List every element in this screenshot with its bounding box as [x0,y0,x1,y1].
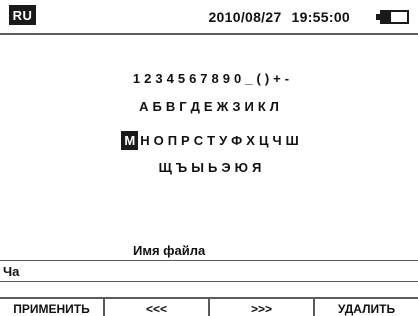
time-text: 19:55:00 [291,9,350,25]
key-0-3[interactable]: 4 [167,71,178,86]
key-0-9[interactable]: 0 [234,71,245,86]
key-3-5[interactable]: Ю [235,160,252,175]
key-1-6[interactable]: Ж [217,99,233,114]
key-1-7[interactable]: З [232,99,244,114]
key-1-4[interactable]: Д [191,99,204,114]
key-3-6[interactable]: Я [252,160,265,175]
apply-button[interactable]: ПРИМЕНИТЬ [0,299,105,316]
key-2-2[interactable]: О [154,133,168,148]
filename-value: Ча [3,264,20,279]
delete-button[interactable]: УДАЛИТЬ [315,299,418,316]
keyboard-row-2: АБВГДЕЖЗИКЛ [0,99,418,114]
key-0-14[interactable]: - [285,71,293,86]
key-0-8[interactable]: 9 [223,71,234,86]
filename-input[interactable]: Ча [0,260,418,282]
status-bar: RU 2010/08/27 19:55:00 [0,0,418,35]
key-1-9[interactable]: К [258,99,270,114]
key-1-5[interactable]: Е [204,99,217,114]
keyboard-row-4: ЩЪЫЬЭЮЯ [0,160,418,175]
key-2-6[interactable]: Т [207,133,219,148]
battery-icon [376,10,409,24]
key-2-1[interactable]: Н [140,133,153,148]
keyboard-row-1: 1234567890_()+- [0,71,418,86]
key-0-2[interactable]: 3 [155,71,166,86]
date-text: 2010/08/27 [208,9,282,25]
key-2-4[interactable]: Р [181,133,194,148]
cursor-right-button[interactable]: >>> [210,299,315,316]
key-2-9[interactable]: Х [246,133,259,148]
key-0-5[interactable]: 6 [189,71,200,86]
key-0-10[interactable]: _ [245,71,256,86]
key-1-2[interactable]: В [166,99,179,114]
key-3-1[interactable]: Ъ [176,160,191,175]
key-2-11[interactable]: Ч [272,133,285,148]
key-3-0[interactable]: Щ [159,160,176,175]
key-1-1[interactable]: Б [153,99,166,114]
datetime: 2010/08/27 19:55:00 [208,9,350,25]
key-0-11[interactable]: ( [256,71,264,86]
key-3-2[interactable]: Ы [191,160,208,175]
key-0-4[interactable]: 5 [178,71,189,86]
language-badge: RU [9,5,36,25]
key-1-8[interactable]: И [244,99,257,114]
key-2-8[interactable]: Ф [231,133,246,148]
key-2-3[interactable]: П [168,133,181,148]
screen: RU 2010/08/27 19:55:00 1234567890_()+- АБ… [0,0,418,316]
key-0-12[interactable]: ) [265,71,273,86]
cursor-left-button[interactable]: <<< [105,299,210,316]
key-0-0[interactable]: 1 [133,71,144,86]
keyboard-row-3: М НОПРСТУФХЦЧШ [0,131,418,150]
key-0-1[interactable]: 2 [144,71,155,86]
key-2-0[interactable]: М [121,131,139,150]
key-2-10[interactable]: Ц [259,133,273,148]
battery-terminal [376,14,380,20]
key-0-6[interactable]: 7 [200,71,211,86]
key-1-3[interactable]: Г [179,99,190,114]
key-2-7[interactable]: У [219,133,231,148]
key-2-5[interactable]: С [194,133,207,148]
key-1-0[interactable]: А [139,99,152,114]
key-3-4[interactable]: Э [221,160,234,175]
key-2-12[interactable]: Ш [286,133,303,148]
softkey-bar: ПРИМЕНИТЬ <<< >>> УДАЛИТЬ [0,297,418,316]
key-3-3[interactable]: Ь [208,160,221,175]
filename-label: Имя файла [133,243,206,258]
key-0-13[interactable]: + [273,71,285,86]
key-0-7[interactable]: 8 [212,71,223,86]
battery-level [382,12,391,22]
key-1-10[interactable]: Л [270,99,283,114]
